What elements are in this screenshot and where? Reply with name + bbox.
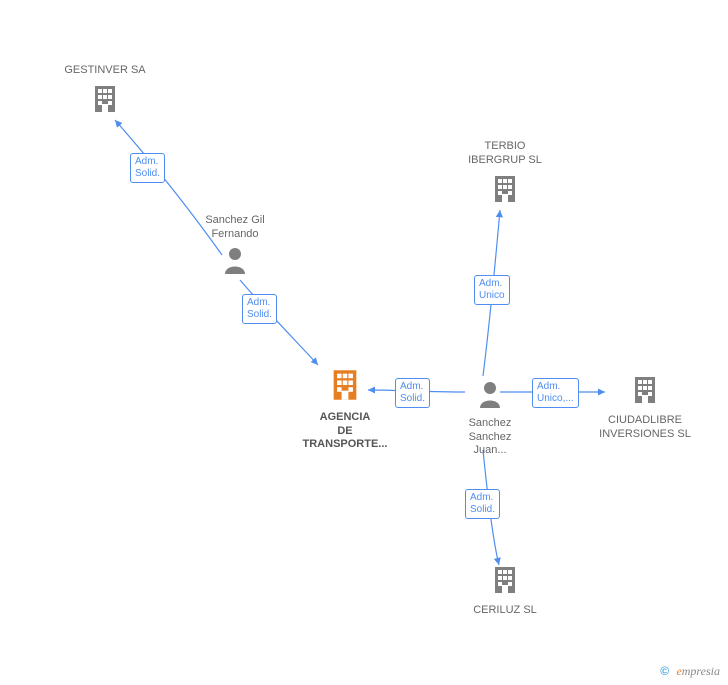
building-icon <box>585 375 705 410</box>
node-sanchez-sanchez[interactable]: SanchezSanchezJuan... <box>450 380 530 458</box>
edge-label-e6: Adm.Solid. <box>465 489 500 519</box>
edge-label-e1: Adm.Solid. <box>130 153 165 183</box>
edge-label-e4: Adm.Unico <box>474 275 510 305</box>
node-label-sanchez-sanchez: SanchezSanchezJuan... <box>450 417 530 458</box>
node-label-ceriluz: CERILUZ SL <box>455 604 555 618</box>
node-label-terbio: TERBIOIBERGRUP SL <box>450 140 560 168</box>
building-icon <box>450 174 560 209</box>
node-ceriluz[interactable]: CERILUZ SL <box>455 565 555 618</box>
node-label-gestinver: GESTINVER SA <box>45 64 165 78</box>
node-sanchez-gil[interactable]: Sanchez GilFernando <box>180 212 290 278</box>
node-label-ciudadlibre: CIUDADLIBREINVERSIONES SL <box>585 414 705 442</box>
copyright: © empresia <box>660 664 720 679</box>
brand-rest: mpresia <box>682 664 720 678</box>
node-label-agencia: AGENCIADETRANSPORTE... <box>285 411 405 452</box>
building-icon <box>285 368 405 407</box>
edge-label-e2: Adm.Solid. <box>242 294 277 324</box>
node-terbio[interactable]: TERBIOIBERGRUP SL <box>450 138 560 208</box>
node-agencia[interactable]: AGENCIADETRANSPORTE... <box>285 368 405 452</box>
node-gestinver[interactable]: GESTINVER SA <box>45 62 165 119</box>
person-icon <box>180 246 290 279</box>
node-label-sanchez-gil: Sanchez GilFernando <box>180 214 290 242</box>
edge-label-e5: Adm.Unico,... <box>532 378 579 408</box>
node-ciudadlibre[interactable]: CIUDADLIBREINVERSIONES SL <box>585 375 705 441</box>
copyright-symbol: © <box>660 664 669 678</box>
building-icon <box>455 565 555 600</box>
person-icon <box>450 380 530 413</box>
diagram-canvas: Adm.Solid. Adm.Solid. Adm.Solid. Adm.Uni… <box>0 0 728 685</box>
building-icon <box>45 84 165 119</box>
